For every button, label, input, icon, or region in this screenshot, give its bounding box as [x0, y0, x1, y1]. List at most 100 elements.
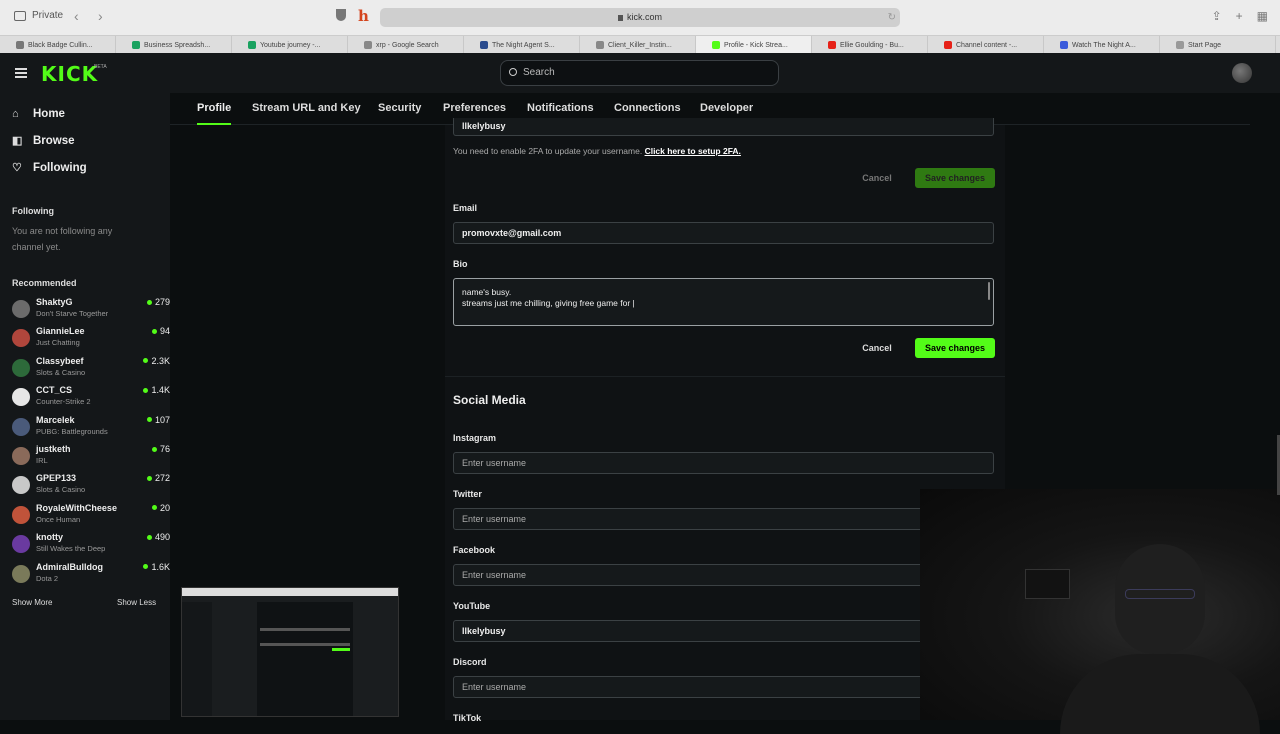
live-dot-icon [151, 505, 157, 511]
nav-home[interactable]: ⌂ Home [12, 108, 65, 120]
recommended-channel[interactable]: knotty Still Wakes the Deep 490 [12, 531, 170, 557]
channel-name: GPEP133 [36, 473, 77, 484]
tab-label: Ellie Goulding - Bu... [840, 41, 904, 49]
tab-connections[interactable]: Connections [614, 102, 681, 114]
channel-name: RoyaleWithCheese [36, 502, 117, 513]
browser-tab[interactable]: Ellie Goulding - Bu... [812, 36, 928, 54]
browser-tab[interactable]: xrp - Google Search [348, 36, 464, 54]
tab-notifications[interactable]: Notifications [527, 102, 594, 114]
channel-category: Slots & Casino [36, 485, 86, 495]
channel-avatar [12, 564, 30, 583]
address-bar[interactable]: kick.com ↻ [380, 8, 900, 27]
recommended-channel[interactable]: CCT_CS Counter-Strike 2 1.4K [12, 384, 170, 410]
recommended-channel[interactable]: GPEP133 Slots & Casino 272 [12, 472, 170, 498]
sidebar-toggle-icon[interactable] [14, 10, 26, 21]
nav-home-label: Home [33, 108, 65, 120]
reload-icon[interactable]: ↻ [888, 8, 896, 27]
recommended-channel[interactable]: GiannieLee Just Chatting 94 [12, 325, 170, 351]
twitter-field[interactable]: Enter username [453, 508, 994, 530]
search-input[interactable]: Search [500, 60, 779, 86]
nav-browse[interactable]: ◧ Browse [12, 135, 75, 147]
search-placeholder: Search [523, 67, 555, 78]
tab-overview-icon[interactable]: ▦ [1257, 9, 1268, 23]
menu-icon[interactable] [15, 68, 27, 78]
browser-toolbar: Private ‹ › h kick.com ↻ ⇪ + ▦ [0, 0, 1280, 35]
tab-preferences[interactable]: Preferences [443, 102, 506, 114]
kick-logo[interactable]: KICK [41, 62, 98, 86]
new-tab-icon[interactable]: + [1236, 9, 1243, 23]
tab-developer[interactable]: Developer [700, 102, 753, 114]
nav-following[interactable]: ♡ Following [12, 162, 87, 174]
viewer-count: 2.3K [143, 356, 170, 366]
instagram-field[interactable]: Enter username [453, 452, 994, 474]
recommended-channel[interactable]: justketh IRL 76 [12, 443, 170, 469]
thumbnail-line [260, 643, 350, 646]
screen-share-thumbnail [181, 587, 399, 717]
show-more-button[interactable]: Show More [12, 598, 52, 607]
browser-tab[interactable]: Client_Killer_Instin... [580, 36, 696, 54]
recommended-channel[interactable]: AdmiralBulldog Dota 2 1.6K [12, 561, 170, 587]
browser-tab[interactable]: Youtube journey -... [232, 36, 348, 54]
channel-name: Marcelek [36, 414, 75, 425]
username-save-button[interactable]: Save changes [915, 168, 995, 188]
youtube-label: YouTube [453, 601, 491, 611]
browser-tab[interactable]: The Night Agent S... [464, 36, 580, 54]
bio-cancel-button[interactable]: Cancel [855, 338, 899, 358]
recommended-channel[interactable]: Classybeef Slots & Casino 2.3K [12, 355, 170, 381]
twitter-label: Twitter [453, 489, 482, 499]
discord-field[interactable]: Enter username [453, 676, 994, 698]
channel-avatar [12, 417, 30, 436]
tab-security[interactable]: Security [378, 102, 421, 114]
tab-label: Business Spreadsh... [144, 41, 211, 49]
bio-label: Bio [453, 259, 468, 269]
tab-label: Black Badge Cullin... [28, 41, 93, 49]
tab-bar: Black Badge Cullin... Business Spreadsh..… [0, 35, 1280, 54]
private-indicator: Private [14, 10, 63, 21]
bio-textarea[interactable]: name's busy. streams just me chilling, g… [453, 278, 994, 326]
username-cancel-button[interactable]: Cancel [855, 168, 899, 188]
tab-stream-url-key[interactable]: Stream URL and Key [252, 102, 361, 114]
channel-category: Still Wakes the Deep [36, 544, 106, 554]
beta-label: BETA [94, 64, 107, 70]
share-icon[interactable]: ⇪ [1212, 9, 1222, 23]
tiktok-label: TikTok [453, 713, 482, 723]
bio-scrollbar[interactable] [988, 282, 990, 300]
webcam-person-body [1060, 654, 1260, 734]
facebook-field[interactable]: Enter username [453, 564, 994, 586]
tab-favicon-icon [364, 41, 372, 49]
tab-label: Client_Killer_Instin... [608, 41, 672, 49]
2fa-hint: You need to enable 2FA to update your us… [453, 146, 741, 156]
bio-save-button[interactable]: Save changes [915, 338, 995, 358]
webcam-background [1025, 569, 1070, 599]
tab-favicon-icon [1176, 41, 1184, 49]
browser-tab[interactable]: Start Page [1160, 36, 1276, 54]
tab-favicon-icon [480, 41, 488, 49]
live-dot-icon [146, 417, 152, 423]
tab-profile[interactable]: Profile [197, 102, 231, 114]
recommended-channel[interactable]: RoyaleWithCheese Once Human 20 [12, 502, 170, 528]
back-icon[interactable]: ‹ [74, 8, 79, 24]
following-empty-text: You are not following any channel yet. [12, 226, 113, 252]
username-field[interactable]: llkelybusy [453, 118, 994, 136]
browser-tab[interactable]: Business Spreadsh... [116, 36, 232, 54]
email-field[interactable]: promovxte@gmail.com [453, 222, 994, 244]
privacy-shield-icon[interactable] [336, 9, 346, 21]
show-less-button[interactable]: Show Less [117, 598, 156, 607]
youtube-field[interactable]: llkelybusy [453, 620, 994, 642]
setup-2fa-link[interactable]: Click here to setup 2FA. [645, 146, 741, 156]
viewer-count-value: 107 [154, 414, 170, 425]
webcam-overlay [920, 489, 1280, 734]
recommended-channel[interactable]: Marcelek PUBG: Battlegrounds 107 [12, 414, 170, 440]
honey-extension-icon[interactable]: h [358, 7, 369, 25]
browser-tab[interactable]: Channel content -... [928, 36, 1044, 54]
user-avatar[interactable] [1232, 63, 1252, 83]
channel-category: IRL [36, 456, 48, 465]
channel-category: PUBG: Battlegrounds [36, 426, 108, 436]
browser-tab[interactable]: Profile - Kick Strea... [696, 36, 812, 54]
recommended-channel[interactable]: ShaktyG Don't Starve Together 279 [12, 296, 170, 322]
browser-tab[interactable]: Black Badge Cullin... [0, 36, 116, 54]
browser-tab[interactable]: Watch The Night A... [1044, 36, 1160, 54]
home-icon: ⌂ [12, 107, 19, 120]
forward-icon[interactable]: › [98, 8, 103, 24]
live-dot-icon [151, 328, 157, 334]
